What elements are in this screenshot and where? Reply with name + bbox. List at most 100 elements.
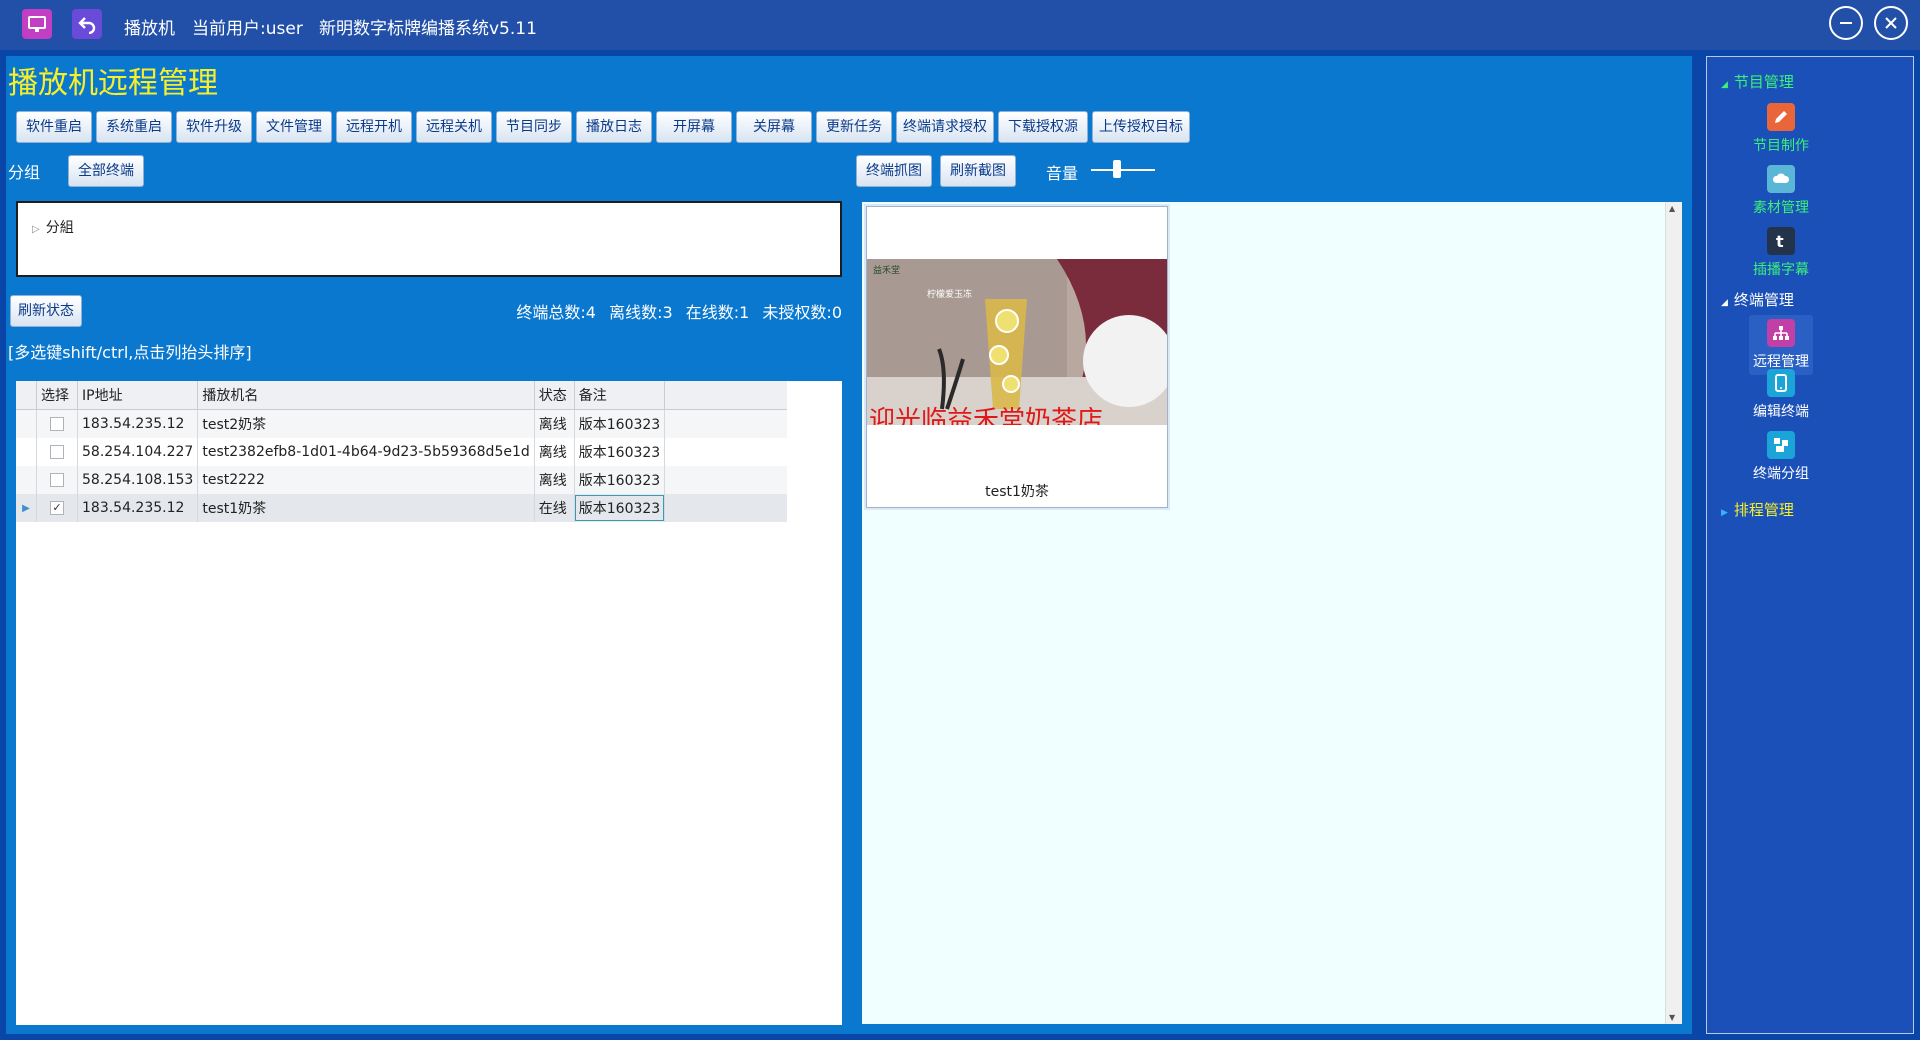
restart-system-button[interactable]: 系统重启: [96, 111, 172, 143]
update-task-button[interactable]: 更新任务: [816, 111, 892, 143]
tablet-icon: [1767, 369, 1795, 397]
nav-item-material-manage[interactable]: 素材管理: [1749, 161, 1813, 221]
terminal-table: 选择 IP地址 播放机名 状态 备注 183.54.235.12 test2奶茶…: [16, 381, 842, 1025]
restart-software-button[interactable]: 软件重启: [16, 111, 92, 143]
remote-power-on-button[interactable]: 远程开机: [336, 111, 412, 143]
cell-name: test2奶茶: [197, 409, 535, 438]
cell-ip: 183.54.235.12: [77, 494, 199, 522]
cell-status: 离线: [534, 438, 575, 466]
collapse-arrow-icon: ◢: [1721, 80, 1728, 90]
group-tree-node[interactable]: ▷ 分組: [32, 217, 74, 237]
thumb-brand: 益禾堂: [873, 264, 900, 276]
refresh-status-button[interactable]: 刷新状态: [10, 295, 82, 327]
nav-item-subtitle[interactable]: t 插播字幕: [1749, 223, 1813, 283]
scroll-down-icon[interactable]: ▼: [1669, 1013, 1675, 1022]
row-indicator: [16, 438, 37, 466]
nav-item-program-make[interactable]: 节目制作: [1749, 99, 1813, 159]
side-nav: ◢节目管理 节目制作 素材管理 t 插播字幕 ◢终端管理 远程管理 编辑终端: [1706, 56, 1914, 1034]
filler-header: [664, 381, 788, 410]
terminal-stats: 终端总数:4 离线数:3 在线数:1 未授权数:0: [508, 299, 842, 323]
col-note-header[interactable]: 备注: [574, 381, 666, 410]
cell-ip: 183.54.235.12: [77, 409, 199, 438]
volume-slider-thumb[interactable]: [1113, 160, 1122, 178]
nav-section-schedule[interactable]: ▶ 排程管理: [1721, 499, 1794, 520]
thumb-banner: 迎光临益禾堂奶茶店: [869, 406, 1103, 425]
table-row[interactable]: 183.54.235.12 test2奶茶 离线 版本160323: [16, 409, 788, 438]
cell-name: test2222: [197, 466, 535, 494]
all-terminals-button[interactable]: 全部终端: [68, 155, 144, 187]
screen-off-button[interactable]: 关屏幕: [736, 111, 812, 143]
screenshot-caption: test1奶茶: [985, 484, 1049, 500]
main-panel: 播放机远程管理 软件重启 系统重启 软件升级 文件管理 远程开机 远程关机 节目…: [6, 56, 1692, 1034]
nav-item-edit-terminal[interactable]: 编辑终端: [1749, 365, 1813, 425]
nav-section-terminal[interactable]: ◢ 终端管理: [1721, 289, 1794, 310]
group-icon: [1767, 431, 1795, 459]
row-checkbox[interactable]: [50, 417, 64, 431]
group-tree: ▷ 分組: [16, 201, 842, 277]
nav-item-label: 素材管理: [1753, 200, 1809, 216]
screen-on-button[interactable]: 开屏幕: [656, 111, 732, 143]
table-row[interactable]: 58.254.108.153 test2222 离线 版本160323: [16, 466, 788, 494]
remote-power-off-button[interactable]: 远程关机: [416, 111, 492, 143]
request-auth-button[interactable]: 终端请求授权: [896, 111, 994, 143]
back-arrow-icon[interactable]: [72, 9, 102, 39]
cell-status: 离线: [534, 466, 575, 494]
col-name-header[interactable]: 播放机名: [197, 381, 535, 410]
col-status-header[interactable]: 状态: [534, 381, 575, 410]
cell-status: 在线: [534, 494, 575, 522]
cell-status: 离线: [534, 409, 575, 438]
table-row[interactable]: ▶ ✓ 183.54.235.12 test1奶茶 在线 版本160323: [16, 494, 788, 522]
nav-section-schedule-label: 排程管理: [1733, 501, 1794, 519]
volume-label: 音量: [1046, 164, 1079, 183]
total-count: 终端总数:4: [516, 303, 596, 322]
col-ip-header[interactable]: IP地址: [77, 381, 199, 410]
program-sync-button[interactable]: 节目同步: [496, 111, 572, 143]
network-tree-icon: [1767, 319, 1795, 347]
nav-item-terminal-group[interactable]: 终端分组: [1749, 427, 1813, 487]
close-button[interactable]: [1874, 6, 1908, 40]
offline-count: 离线数:3: [609, 303, 673, 322]
close-icon: [1885, 17, 1897, 29]
current-row-arrow-icon: ▶: [16, 494, 37, 522]
group-label: 分组: [8, 163, 41, 182]
cell-note: 版本160323: [574, 409, 666, 438]
online-count: 在线数:1: [685, 303, 750, 322]
page-title: 播放机远程管理: [8, 66, 218, 101]
cell-ip: 58.254.104.227: [77, 438, 199, 466]
nav-item-label: 节目制作: [1753, 138, 1809, 154]
expand-arrow-icon: ▶: [1721, 508, 1728, 518]
vertical-scrollbar[interactable]: ▲ ▼: [1665, 202, 1682, 1024]
table-row[interactable]: 58.254.104.227 test2382efb8-1d01-4b64-9d…: [16, 438, 788, 466]
upload-auth-target-button[interactable]: 上传授权目标: [1092, 111, 1190, 143]
row-checkbox[interactable]: [50, 445, 64, 459]
collapse-arrow-icon: ◢: [1721, 298, 1728, 308]
col-select-header[interactable]: 选择: [36, 381, 78, 410]
nav-item-label: 插播字幕: [1753, 262, 1809, 278]
nav-section-program-label: 节目管理: [1733, 73, 1794, 91]
cell-note: 版本160323: [574, 438, 666, 466]
refresh-screenshot-button[interactable]: 刷新截图: [940, 155, 1016, 187]
pencil-icon: [1767, 103, 1795, 131]
volume-slider[interactable]: [1091, 169, 1155, 171]
row-checkbox[interactable]: [50, 473, 64, 487]
app-name: 播放机: [124, 19, 175, 39]
cell-ip: 58.254.108.153: [77, 466, 199, 494]
row-indicator-header: [16, 381, 37, 410]
row-checkbox-checked[interactable]: ✓: [50, 501, 64, 515]
cell-note[interactable]: 版本160323: [574, 494, 666, 522]
row-indicator: [16, 409, 37, 438]
download-auth-source-button[interactable]: 下载授权源: [998, 111, 1088, 143]
capture-screen-button[interactable]: 终端抓图: [856, 155, 932, 187]
nav-section-program[interactable]: ◢ 节目管理: [1721, 71, 1794, 92]
scroll-up-icon[interactable]: ▲: [1669, 204, 1675, 213]
text-t-icon: t: [1767, 227, 1795, 255]
cell-note: 版本160323: [574, 466, 666, 494]
file-manage-button[interactable]: 文件管理: [256, 111, 332, 143]
nav-section-terminal-label: 终端管理: [1733, 291, 1794, 309]
terminal-screenshot-card[interactable]: 益禾堂 柠檬爱玉冻 迎光临益禾堂奶茶店 test1奶茶: [866, 206, 1168, 508]
expand-icon: ▷: [32, 224, 40, 235]
upgrade-software-button[interactable]: 软件升级: [176, 111, 252, 143]
play-log-button[interactable]: 播放日志: [576, 111, 652, 143]
minimize-button[interactable]: [1829, 6, 1863, 40]
cell-name: test2382efb8-1d01-4b64-9d23-5b59368d5e1d: [197, 438, 535, 466]
